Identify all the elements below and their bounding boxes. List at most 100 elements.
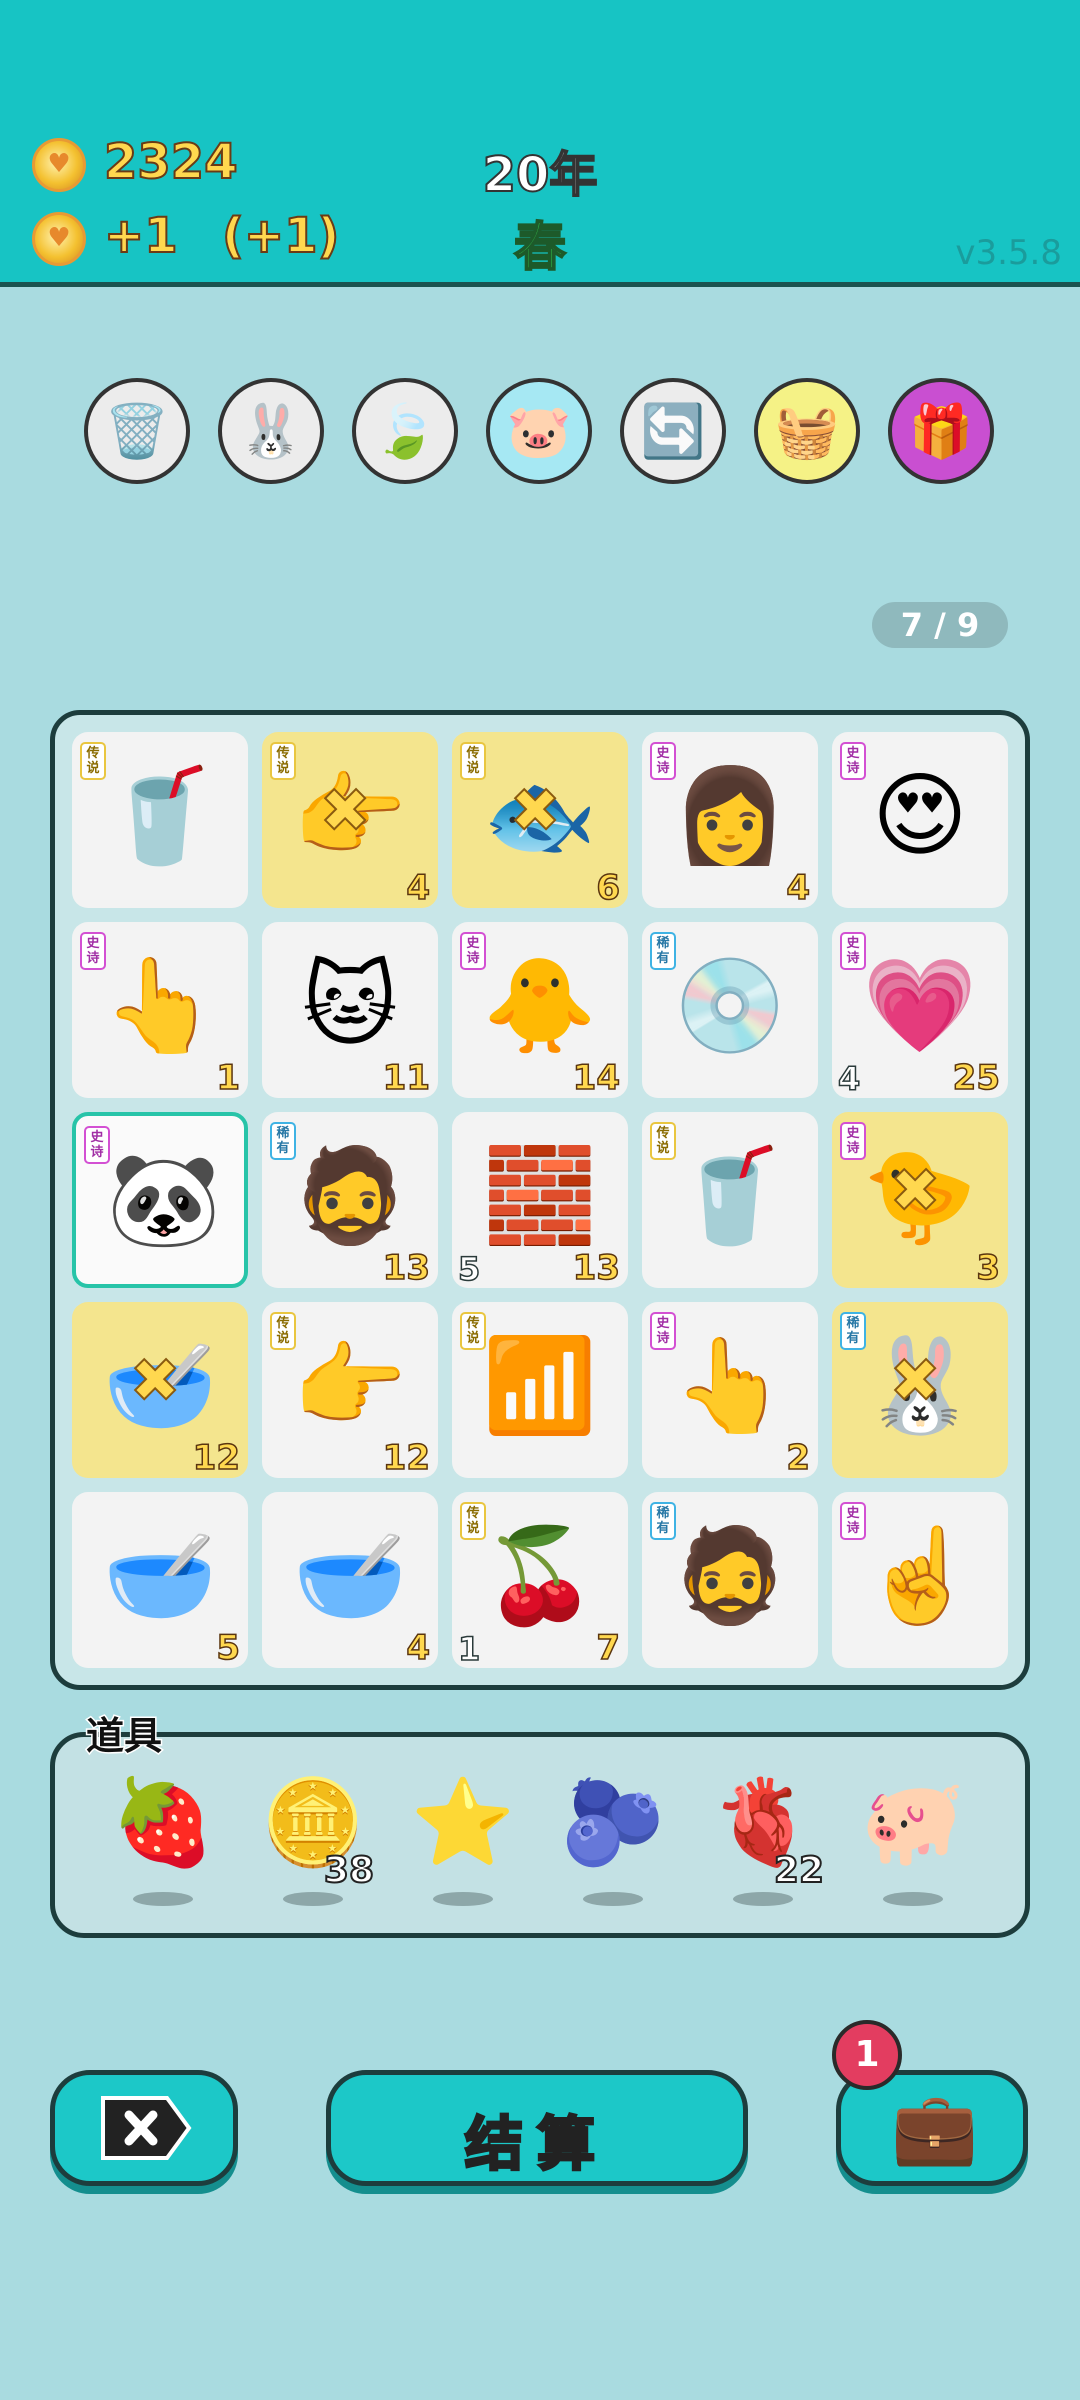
board-cell[interactable]: 👉 传说 12 — [262, 1302, 438, 1479]
item-count: 14 — [572, 1057, 621, 1099]
board-cell[interactable]: 🥤 传说 — [72, 732, 248, 908]
item-count: 2 — [786, 1437, 811, 1479]
fruit-basket-tool[interactable]: 🧺 — [754, 378, 860, 484]
board-cell[interactable]: 😍 史诗 — [832, 732, 1008, 908]
rarity-tag: 传说 — [80, 742, 106, 780]
item-count: 4 — [406, 1627, 431, 1669]
board-cell[interactable]: 👆 史诗 1 — [72, 922, 248, 1099]
season-label: 春 — [513, 217, 567, 279]
item-shadow — [883, 1892, 943, 1906]
board-cell[interactable]: 🥣 4 — [262, 1492, 438, 1669]
piggy-icon: 🐖 — [860, 1773, 966, 1871]
board-cell[interactable]: 🥣 ✖ 12 — [72, 1302, 248, 1479]
gift-tool[interactable]: 🎁 — [888, 378, 994, 484]
item-count: 22 — [773, 1849, 825, 1892]
rarity-tag: 史诗 — [650, 1312, 676, 1350]
rarity-tag: 史诗 — [84, 1126, 110, 1164]
rarity-tag: 稀有 — [650, 932, 676, 970]
board-cell[interactable]: ☝️ 史诗 — [832, 1492, 1008, 1668]
header-divider — [0, 282, 1080, 287]
board-cell[interactable]: 🐥 史诗 14 — [452, 922, 628, 1099]
rarity-tag: 史诗 — [80, 932, 106, 970]
board-cell[interactable]: 👆 史诗 2 — [642, 1302, 818, 1479]
coin-item[interactable]: 🪙 38 — [258, 1772, 375, 1906]
item-icon: 🧱 — [482, 1142, 598, 1249]
lychee-item[interactable]: 🍓 — [108, 1772, 218, 1906]
board-cell[interactable]: 🧔 稀有 13 — [262, 1112, 438, 1289]
board-cell[interactable]: 📶 传说 — [452, 1302, 628, 1478]
marked-x-icon: ✖ — [319, 775, 371, 847]
item-shadow — [583, 1892, 643, 1906]
board-cell[interactable]: 🐼 史诗 — [72, 1112, 248, 1288]
rarity-tag: 史诗 — [840, 742, 866, 780]
rarity-tag: 史诗 — [650, 742, 676, 780]
board-cell[interactable]: 🐰 稀有 ✖ — [832, 1302, 1008, 1478]
item-count: 11 — [382, 1057, 431, 1099]
rarity-tag: 史诗 — [460, 932, 486, 970]
item-count: 38 — [323, 1849, 375, 1892]
rarity-tag: 稀有 — [840, 1312, 866, 1350]
rarity-tag: 史诗 — [840, 932, 866, 970]
item-count: 4 — [786, 867, 811, 909]
liver-item[interactable]: 🫀 22 — [708, 1772, 825, 1906]
item-level: 4 — [837, 1059, 861, 1099]
item-count: 1 — [216, 1057, 241, 1099]
blueberry-item[interactable]: 🫐 — [558, 1772, 668, 1906]
leaf-tool[interactable]: 🍃 — [352, 378, 458, 484]
item-icon: 🥣 — [292, 1522, 408, 1629]
income-value: +1 — [103, 207, 179, 265]
board-cell[interactable]: 🐱 11 — [262, 922, 438, 1099]
board-cell[interactable]: 🍒 传说 7 1 — [452, 1492, 628, 1669]
board-cell[interactable]: 💿 稀有 — [642, 922, 818, 1098]
item-count: 25 — [952, 1057, 1001, 1099]
item-shadow — [733, 1892, 793, 1906]
item-count: 3 — [976, 1247, 1001, 1289]
rarity-tag: 传说 — [270, 742, 296, 780]
board-cell[interactable]: 🧱 13 5 — [452, 1112, 628, 1289]
rarity-tag: 史诗 — [840, 1122, 866, 1160]
coin-total: 2324 — [103, 133, 239, 191]
trash-recycle-tool[interactable]: 🗑️ — [84, 378, 190, 484]
item-count: 12 — [192, 1437, 241, 1479]
board-cell[interactable]: 🐟 传说 ✖ 6 — [452, 732, 628, 909]
refresh-tool[interactable]: 🔄 — [620, 378, 726, 484]
board-cell[interactable]: 👉 传说 ✖ 4 — [262, 732, 438, 909]
piggy-bank-tool[interactable]: 🐷 — [486, 378, 592, 484]
piggy-item[interactable]: 🐖 — [858, 1772, 968, 1906]
board-cell[interactable]: 🥣 5 — [72, 1492, 248, 1669]
income-coin-icon — [32, 212, 86, 266]
blueberry-icon: 🫐 — [560, 1773, 666, 1871]
lychee-icon: 🍓 — [110, 1773, 216, 1871]
item-icon: 🥣 — [102, 1522, 218, 1629]
rarity-tag: 史诗 — [840, 1502, 866, 1540]
star-item[interactable]: ⭐ — [408, 1772, 518, 1906]
version-label: v3.5.8 — [955, 233, 1062, 273]
income-bonus: (+1) — [221, 207, 340, 265]
page-indicator: 7 / 9 — [872, 602, 1008, 648]
marked-x-icon: ✖ — [889, 1345, 941, 1417]
rarity-tag: 传说 — [270, 1312, 296, 1350]
item-count: 5 — [216, 1627, 241, 1669]
rarity-tag: 稀有 — [270, 1122, 296, 1160]
board-cell[interactable]: 🥤 传说 — [642, 1112, 818, 1288]
rarity-tag: 传说 — [650, 1122, 676, 1160]
rarity-tag: 稀有 — [650, 1502, 676, 1540]
item-level: 1 — [457, 1629, 481, 1669]
delete-button[interactable] — [50, 2070, 238, 2186]
board-cell[interactable]: 👩 史诗 4 — [642, 732, 818, 909]
settle-button[interactable]: 结算 — [326, 2070, 748, 2186]
item-icon: 🐱 — [302, 952, 398, 1059]
item-shadow — [433, 1892, 493, 1906]
board-cell[interactable]: 💗 史诗 25 4 — [832, 922, 1008, 1099]
settle-label: 结算 — [463, 2109, 609, 2180]
rabbit-tool[interactable]: 🐰 — [218, 378, 324, 484]
briefcase-icon: 💼 — [891, 2087, 979, 2169]
coin-icon — [32, 138, 86, 192]
item-shadow — [283, 1892, 343, 1906]
marked-x-icon: ✖ — [509, 775, 561, 847]
board-cell[interactable]: 🐤 史诗 ✖ 3 — [832, 1112, 1008, 1289]
item-count: 7 — [596, 1627, 621, 1669]
year-label: 20年 — [482, 146, 599, 204]
items-title: 道具 — [84, 1713, 163, 1760]
board-cell[interactable]: 🧔 稀有 — [642, 1492, 818, 1668]
